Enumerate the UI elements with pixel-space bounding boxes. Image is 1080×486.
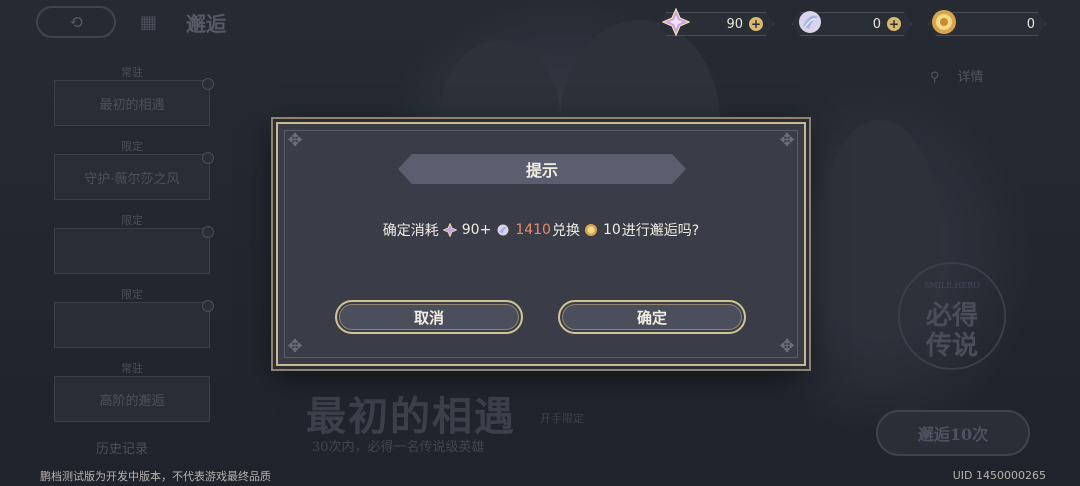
currency-value: 90 [726,16,743,32]
banner-caption: 限定 [121,140,143,153]
star-crystal-icon [442,223,457,237]
banner-caption: 限定 [121,288,143,301]
summon-coin-icon [584,224,597,236]
banner-title: 最初的相遇 [306,393,516,440]
gain-coin: 10 [602,222,621,238]
cost-feather: 1410 [515,222,551,238]
confirm-label: 确定 [636,308,667,327]
corner-ornament-icon: ✥ [779,130,795,151]
feather-token-icon [799,11,821,33]
page-title: 邂逅 [186,12,226,36]
dialog-message: 确定消耗 90+ 1410 兑换 10 进行邂逅吗? [278,220,804,240]
banner-card-label [54,228,210,274]
banner-list-item[interactable]: 常驻 高阶的邂逅 [54,360,210,434]
banner-card-label: 最初的相遇 [54,80,210,126]
cost-crystal: 90+ [461,222,492,238]
banner-card-label [54,302,210,348]
message-text: 确定消耗 [382,223,439,239]
uid-label: UID 1450000265 [952,469,1046,482]
corner-ornament-icon: ✥ [287,130,303,151]
confirm-button[interactable]: 确定 [558,300,746,334]
timer-icon [202,152,214,164]
star-crystal-icon [662,8,690,36]
banner-card-label: 高阶的邂逅 [54,376,210,422]
grid-icon[interactable]: ▦ [140,12,157,33]
banner-subtitle: 开手限定 [540,412,584,425]
history-link[interactable]: 历史记录 [96,438,148,457]
banner-note: 30次内，必得一名传说级英雄 [312,440,485,455]
banner-list-item[interactable]: 限定 守护·薇尔莎之风 [54,138,214,212]
timer-icon [202,78,214,90]
seal-caption: SMILE.HERO [924,281,980,290]
corner-ornament-icon: ✥ [287,336,303,357]
seal-line: 传说 [925,331,978,361]
detail-link[interactable]: ⚲ 详情 [930,66,984,85]
search-icon: ⚲ [930,70,940,85]
timer-icon [202,300,214,312]
banner-list-item[interactable]: 限定 [54,212,214,286]
add-icon[interactable]: + [887,17,901,31]
banner-list-item[interactable]: 限定 [54,286,214,360]
back-arrow-icon: ⟲ [68,11,84,33]
banner-card-label: 守护·薇尔莎之风 [54,154,210,200]
message-text: 兑换 [551,223,580,239]
confirm-dialog: ✥ ✥ ✥ ✥ 提示 确定消耗 90+ 1410 兑换 10 进行邂逅吗? 取消… [276,122,806,366]
banner-list-item[interactable]: 常驻 最初的相遇 [54,64,214,138]
currency-value: 0 [872,16,881,32]
summon-coin-icon [932,10,956,34]
dialog-title: 提示 [398,154,686,184]
corner-ornament-icon: ✥ [779,336,795,357]
feather-token-icon [497,224,509,236]
banner-caption: 常驻 [121,362,143,375]
summon-10-button[interactable]: 邂逅10次 [876,410,1030,456]
timer-icon [202,226,214,238]
seal-line: 必得 [925,301,978,331]
cancel-button[interactable]: 取消 [335,300,523,334]
message-text: 进行邂逅吗? [621,223,700,239]
banner-caption: 常驻 [121,66,143,79]
banner-caption: 限定 [121,214,143,227]
back-button[interactable]: ⟲ [36,6,116,38]
test-build-notice: 鹏档测试版为开发中版本，不代表游戏最终品质 [40,470,271,483]
summon-10-label: 邂逅10次 [917,425,989,444]
detail-label: 详情 [957,70,984,85]
cancel-label: 取消 [413,308,444,327]
currency-value: 0 [1026,16,1035,32]
add-icon[interactable]: + [749,17,763,31]
banner-list: 常驻 最初的相遇 限定 守护·薇尔莎之风 限定 限定 常驻 高阶的邂逅 [54,64,214,434]
guarantee-seal: SMILE.HERO 必得 传说 [898,262,1006,370]
